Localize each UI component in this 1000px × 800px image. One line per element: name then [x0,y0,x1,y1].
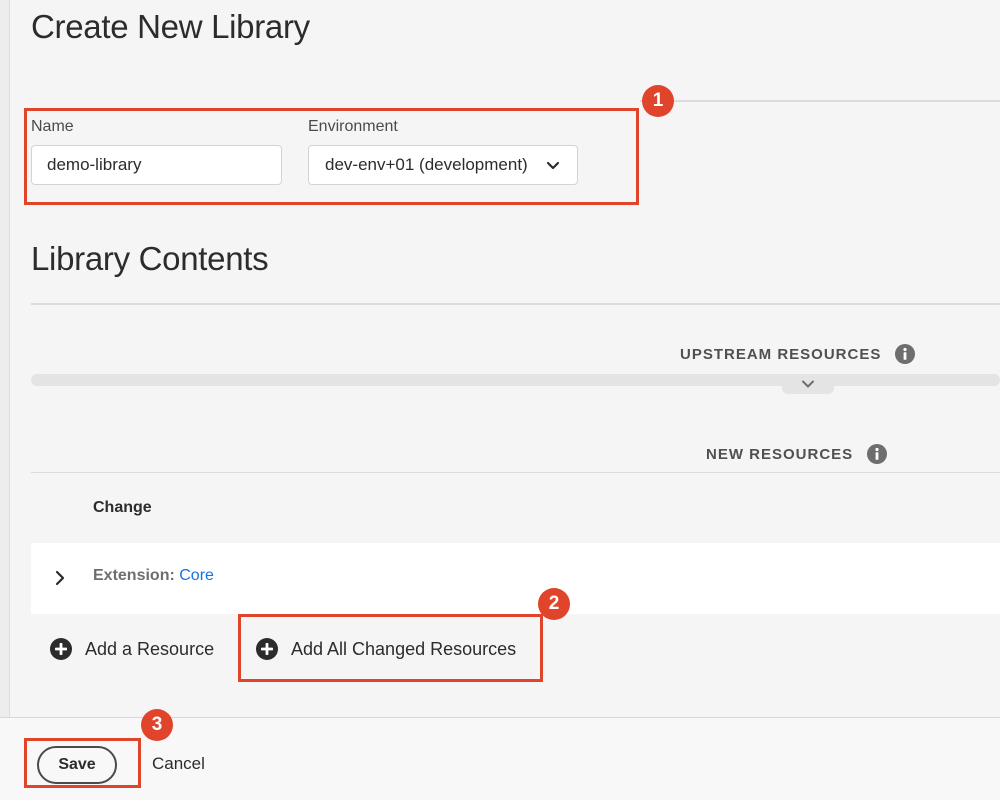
upstream-resources-label: UPSTREAM RESOURCES [680,345,882,363]
add-all-changed-resources-button[interactable]: Add All Changed Resources [256,638,516,660]
environment-select-value: dev-env+01 (development) [325,155,528,174]
chevron-down-icon [802,380,814,388]
callout-badge-1: 1 [642,85,674,117]
left-edge-divider [0,0,10,718]
chevron-right-icon[interactable] [52,569,68,587]
info-icon[interactable] [867,444,888,464]
page-title: Create New Library [31,8,310,45]
row-change-text: Extension: Core [93,567,214,585]
add-all-label: Add All Changed Resources [291,638,517,659]
add-resource-label: Add a Resource [85,638,215,659]
name-label: Name [31,118,74,135]
upstream-toggle[interactable] [782,374,834,394]
callout-badge-3: 3 [141,709,173,741]
add-resource-button[interactable]: Add a Resource [50,638,214,660]
column-header-change: Change [93,499,152,516]
create-library-page: Create New Library 1 Name Environment de… [0,0,1000,800]
info-icon[interactable] [895,344,916,364]
cancel-button[interactable]: Cancel [152,754,205,774]
upstream-resources-header: UPSTREAM RESOURCES [680,344,916,364]
environment-select[interactable]: dev-env+01 (development) [308,145,578,185]
new-resources-label: NEW RESOURCES [706,445,854,463]
callout-badge-2: 2 [538,588,570,620]
upstream-collapse-bar [31,374,1000,386]
extension-core-link[interactable]: Core [179,567,214,584]
name-input[interactable] [31,145,282,185]
environment-label: Environment [308,118,398,135]
section-divider [31,303,1000,305]
row-type-label: Extension: [93,567,175,584]
new-resources-header: NEW RESOURCES [706,444,888,464]
chevron-down-icon [546,161,560,170]
save-button[interactable]: Save [37,746,117,784]
plus-circle-icon [256,638,278,660]
new-resources-divider [31,472,1000,473]
header-divider [640,100,1000,102]
library-contents-title: Library Contents [31,240,269,277]
plus-circle-icon [50,638,72,660]
